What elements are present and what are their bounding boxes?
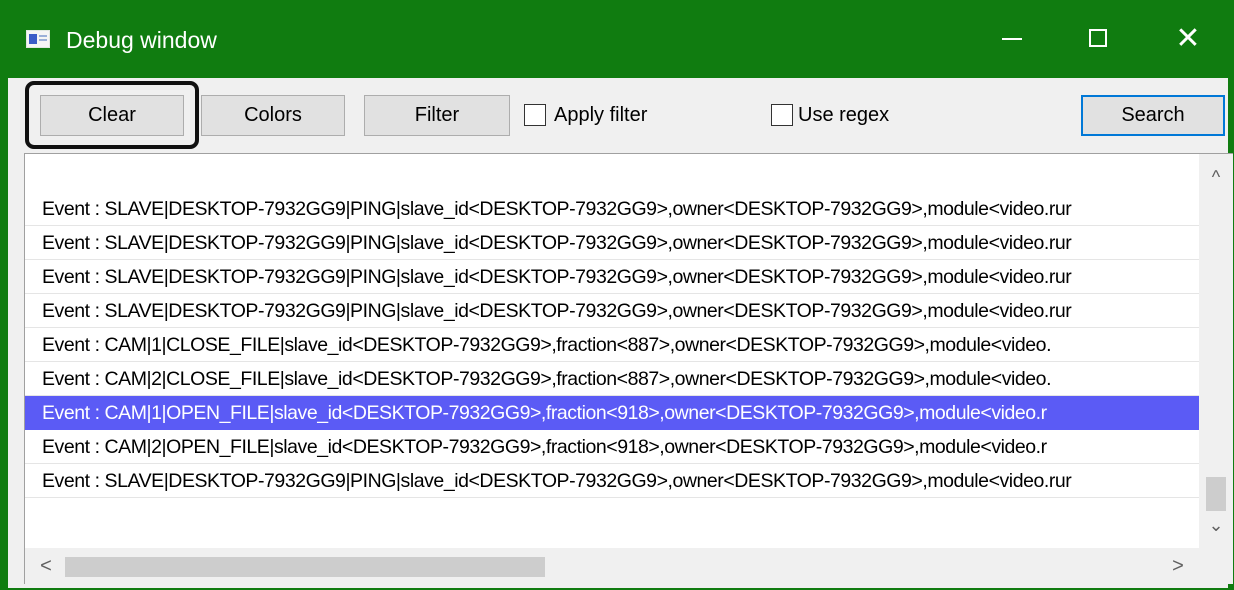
close-icon: ✕ [1175, 22, 1201, 55]
event-log-list[interactable]: Event : SLAVE|DESKTOP-7932GG9|PING|slave… [24, 153, 1233, 584]
scroll-down-icon[interactable]: ⌄ [1199, 508, 1233, 542]
window-title: Debug window [66, 27, 217, 53]
minimize-button[interactable] [988, 18, 1036, 60]
log-row[interactable]: Event : SLAVE|DESKTOP-7932GG9|PING|slave… [25, 260, 1199, 294]
log-row[interactable]: Event : CAM|2|CLOSE_FILE|slave_id<DESKTO… [25, 362, 1199, 396]
horizontal-scroll-thumb[interactable] [65, 557, 545, 577]
log-row[interactable]: Event : SLAVE|DESKTOP-7932GG9|PING|slave… [25, 226, 1199, 260]
log-row-selected[interactable]: Event : CAM|1|OPEN_FILE|slave_id<DESKTOP… [25, 396, 1199, 430]
title-bar[interactable]: Debug window ✕ [0, 0, 1234, 78]
log-row[interactable]: Event : SLAVE|DESKTOP-7932GG9|PING|slave… [25, 464, 1199, 498]
apply-filter-checkbox[interactable] [524, 104, 546, 126]
scroll-up-icon[interactable]: ^ [1199, 160, 1233, 194]
search-button[interactable]: Search [1081, 95, 1225, 136]
debug-window-icon [26, 30, 50, 48]
filter-button[interactable]: Filter [364, 95, 510, 136]
use-regex-label[interactable]: Use regex [798, 103, 889, 127]
scroll-right-icon[interactable]: > [1161, 548, 1195, 584]
clear-button[interactable]: Clear [40, 95, 184, 136]
maximize-button[interactable] [1075, 18, 1123, 60]
minimize-icon [1002, 38, 1022, 40]
vertical-scrollbar[interactable]: ^ ⌄ [1199, 154, 1233, 548]
debug-window: Debug window ✕ Clear Colors Filter Apply… [0, 0, 1234, 590]
log-row[interactable]: Event : SLAVE|DESKTOP-7932GG9|PING|slave… [25, 192, 1199, 226]
apply-filter-label[interactable]: Apply filter [554, 103, 647, 127]
scroll-left-icon[interactable]: < [29, 548, 63, 584]
log-row[interactable]: Event : SLAVE|DESKTOP-7932GG9|PING|slave… [25, 294, 1199, 328]
scrollbar-corner [1199, 548, 1233, 584]
log-row[interactable]: Event : CAM|1|CLOSE_FILE|slave_id<DESKTO… [25, 328, 1199, 362]
log-row[interactable]: Event : CAM|2|OPEN_FILE|slave_id<DESKTOP… [25, 430, 1199, 464]
maximize-icon [1089, 29, 1107, 47]
vertical-scroll-thumb[interactable] [1206, 477, 1226, 511]
horizontal-scrollbar[interactable]: < > [25, 548, 1199, 584]
use-regex-checkbox[interactable] [771, 104, 793, 126]
close-button[interactable]: ✕ [1164, 18, 1212, 60]
colors-button[interactable]: Colors [201, 95, 345, 136]
